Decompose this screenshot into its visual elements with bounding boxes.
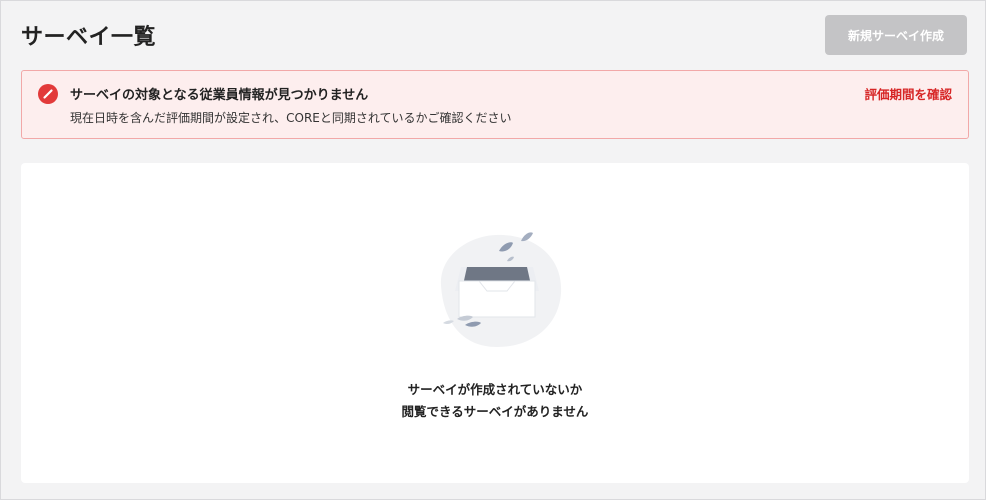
prohibited-icon [38, 84, 58, 104]
page-title: サーベイ一覧 [21, 25, 157, 50]
empty-state-line-2: 閲覧できるサーベイがありません [401, 404, 589, 419]
page-header: サーベイ一覧 新規サーベイ作成 [21, 15, 967, 55]
empty-inbox-icon [421, 225, 571, 355]
empty-state-message: サーベイが作成されていないか 閲覧できるサーベイがありません [21, 379, 969, 423]
empty-state-line-1: サーベイが作成されていないか [407, 382, 583, 397]
error-alert: サーベイの対象となる従業員情報が見つかりません 現在日時を含んだ評価期間が設定さ… [21, 70, 969, 139]
check-evaluation-period-link[interactable]: 評価期間を確認 [864, 84, 952, 103]
survey-list-panel: サーベイが作成されていないか 閲覧できるサーベイがありません [21, 163, 969, 483]
alert-message: 現在日時を含んだ評価期間が設定され、COREと同期されているかご確認ください [70, 111, 512, 125]
alert-title: サーベイの対象となる従業員情報が見つかりません [70, 88, 369, 103]
app-frame: サーベイ一覧 新規サーベイ作成 サーベイの対象となる従業員情報が見つかりません … [0, 0, 986, 500]
create-survey-button[interactable]: 新規サーベイ作成 [825, 15, 967, 55]
